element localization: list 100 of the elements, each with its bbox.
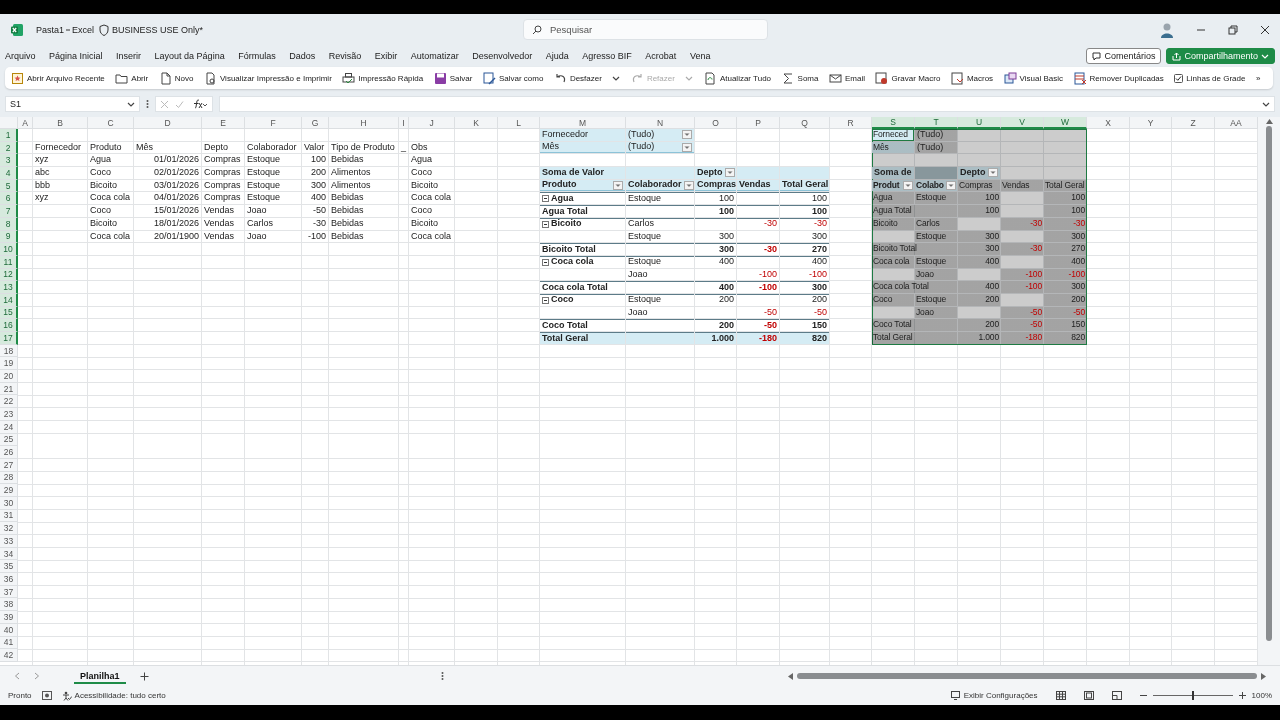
row-header[interactable]: 39 xyxy=(0,611,18,624)
menu-item[interactable]: Dados xyxy=(289,51,316,61)
column-header[interactable]: U xyxy=(958,117,1001,129)
menu-item[interactable]: Ajuda xyxy=(545,51,569,61)
caret-icon[interactable] xyxy=(612,74,621,82)
toolbar-button[interactable]: Impressão Rápida xyxy=(342,71,424,85)
column-header[interactable]: Z xyxy=(1172,117,1215,129)
menu-item[interactable]: Página Inicial xyxy=(49,51,103,61)
zoom-slider-thumb[interactable] xyxy=(1191,691,1194,700)
menu-item[interactable]: Inserir xyxy=(116,51,142,61)
column-header[interactable]: C xyxy=(88,117,134,129)
row-header[interactable]: 42 xyxy=(0,649,18,662)
column-header[interactable]: X xyxy=(1087,117,1130,129)
column-header[interactable]: F xyxy=(245,117,302,129)
column-header[interactable]: N xyxy=(626,117,695,129)
row-header[interactable]: 23 xyxy=(0,408,18,421)
row-header[interactable]: 20 xyxy=(0,370,18,383)
row-header[interactable]: 4 xyxy=(0,167,18,180)
page-layout-icon[interactable] xyxy=(1083,691,1094,700)
row-header[interactable]: 3 xyxy=(0,154,18,168)
display-settings-button[interactable]: Exibir Configurações xyxy=(963,691,1038,700)
toolbar-button[interactable]: Abrir Arquivo Recente xyxy=(11,71,105,85)
name-box[interactable]: S1 xyxy=(10,99,21,109)
page-break-icon[interactable] xyxy=(1111,691,1122,700)
collapse-icon[interactable] xyxy=(542,258,549,266)
toolbar-button[interactable]: Abrir xyxy=(115,71,149,85)
zoom-out-icon[interactable] xyxy=(1139,692,1147,699)
column-header[interactable]: H xyxy=(329,117,399,129)
column-header[interactable]: D xyxy=(134,117,202,129)
scroll-left-icon[interactable] xyxy=(788,672,793,680)
horizontal-scrollbar[interactable] xyxy=(797,673,1257,679)
row-header[interactable]: 1 xyxy=(0,129,18,142)
column-header[interactable]: AA xyxy=(1215,117,1258,129)
chevron-down-icon[interactable] xyxy=(1262,100,1270,108)
column-header[interactable]: W xyxy=(1044,117,1087,129)
column-header[interactable]: R xyxy=(830,117,872,129)
row-header[interactable]: 17 xyxy=(0,332,18,345)
menu-item[interactable]: Fórmulas xyxy=(238,51,276,61)
normal-view-icon[interactable] xyxy=(1055,691,1066,700)
column-header[interactable]: V xyxy=(1001,117,1044,129)
overflow-button[interactable]: » xyxy=(1255,73,1261,83)
menu-item[interactable]: Agresso BIF xyxy=(582,51,632,61)
macro-record-icon[interactable] xyxy=(41,691,52,700)
row-header[interactable]: 33 xyxy=(0,535,18,548)
menu-item[interactable]: Acrobat xyxy=(645,51,677,61)
column-header[interactable]: M xyxy=(540,117,626,129)
menu-item[interactable]: Desenvolvedor xyxy=(472,51,533,61)
menu-item[interactable]: Layout da Página xyxy=(154,51,225,61)
toolbar-button[interactable]: Visualizar Impressão e Imprimir xyxy=(203,71,332,85)
restore-icon[interactable] xyxy=(1228,25,1238,35)
row-header[interactable]: 13 xyxy=(0,281,18,294)
menu-item[interactable]: Automatizar xyxy=(410,51,459,61)
collapse-icon[interactable] xyxy=(542,220,549,228)
menu-item[interactable]: Arquivo xyxy=(5,51,36,61)
menu-item[interactable]: Exibir xyxy=(374,51,398,61)
column-header[interactable]: B xyxy=(33,117,88,129)
toolbar-button[interactable]: Salvar como xyxy=(482,71,544,85)
collapse-icon[interactable] xyxy=(542,296,549,304)
share-button[interactable]: Compartilhamento xyxy=(1166,48,1275,64)
check-icon[interactable] xyxy=(175,99,184,109)
menu-item[interactable]: Vena xyxy=(689,51,711,61)
column-header[interactable]: G xyxy=(302,117,329,129)
row-header[interactable]: 22 xyxy=(0,395,18,409)
zoom-level[interactable]: 100% xyxy=(1251,691,1272,700)
column-header[interactable]: Q xyxy=(780,117,830,129)
toolbar-button[interactable]: Visual Basic xyxy=(1003,71,1064,85)
formula-input[interactable] xyxy=(219,96,1275,112)
column-header[interactable]: I xyxy=(399,117,409,129)
comments-button[interactable]: Comentários xyxy=(1086,48,1162,64)
column-header[interactable]: P xyxy=(737,117,780,129)
column-header[interactable]: S xyxy=(872,117,915,129)
toolbar-button[interactable]: Novo xyxy=(158,71,194,85)
collapse-icon[interactable] xyxy=(542,195,549,203)
row-header[interactable]: 35 xyxy=(0,560,18,574)
toolbar-button[interactable]: Salvar xyxy=(433,71,473,85)
scroll-up-icon[interactable] xyxy=(1265,119,1273,124)
row-header[interactable]: 29 xyxy=(0,484,18,497)
vertical-scrollbar[interactable] xyxy=(1266,126,1272,641)
add-icon[interactable] xyxy=(139,671,149,681)
toolbar-button[interactable]: Email xyxy=(828,71,865,85)
scroll-right-icon[interactable] xyxy=(1261,672,1266,680)
row-header[interactable]: 19 xyxy=(0,357,18,371)
column-header[interactable]: O xyxy=(695,117,737,129)
close-icon[interactable] xyxy=(1260,25,1270,35)
toolbar-button[interactable]: Gravar Macro xyxy=(875,71,941,85)
column-header[interactable]: J xyxy=(409,117,455,129)
row-header[interactable]: 10 xyxy=(0,243,18,256)
column-header[interactable]: T xyxy=(915,117,958,129)
sheet-tab[interactable]: Planilha1 xyxy=(74,668,126,684)
toolbar-button[interactable]: Remover Duplicadas xyxy=(1073,71,1164,85)
column-header[interactable]: Y xyxy=(1130,117,1172,129)
row-header[interactable]: 7 xyxy=(0,205,18,218)
column-header[interactable]: K xyxy=(455,117,498,129)
toolbar-button[interactable]: Atualizar Tudo xyxy=(703,71,772,85)
column-header[interactable]: L xyxy=(498,117,540,129)
menu-item[interactable]: Revisão xyxy=(328,51,362,61)
row-header[interactable]: 38 xyxy=(0,598,18,612)
accessibility-status[interactable]: Acessibilidade: tudo certo xyxy=(74,691,166,700)
zoom-in-icon[interactable] xyxy=(1238,692,1246,699)
toolbar-button[interactable]: Desfazer xyxy=(553,71,602,85)
